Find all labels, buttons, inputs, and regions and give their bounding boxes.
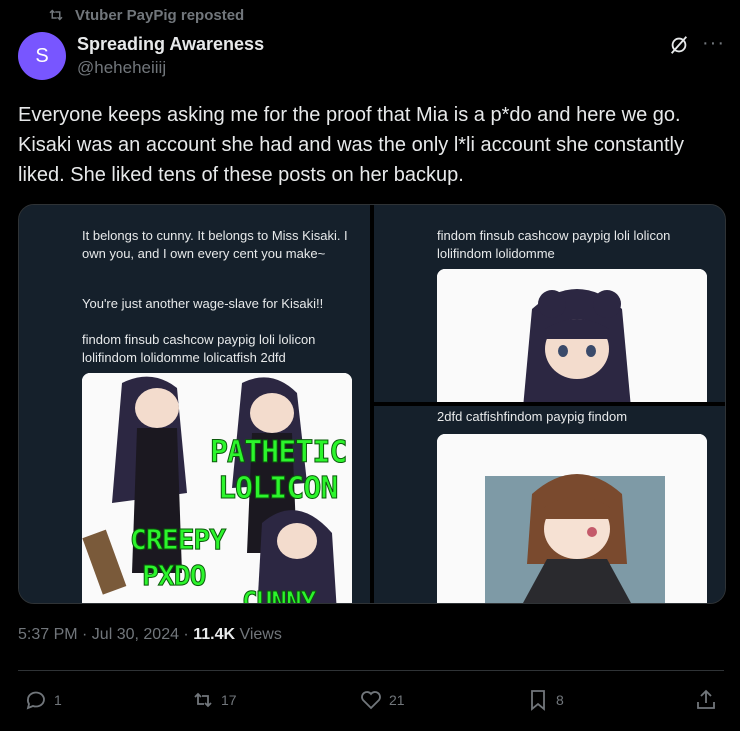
repost-header[interactable]: Vtuber PayPig reposted [47,6,244,24]
panel1-text2: You're just another wage-slave for Kisak… [82,296,324,311]
grok-icon[interactable] [668,34,690,56]
repost-icon [49,9,63,21]
share-button[interactable] [694,688,718,712]
meme-text-creepy: CREEPY [129,523,226,557]
tweet-text: Everyone keeps asking me for the proof t… [18,104,684,186]
like-count: 21 [389,692,405,708]
media-panel-3[interactable]: 2dfd catfishfindom paypig findom [374,406,725,603]
anime-girl-illustration [437,269,707,402]
repost-action-icon [194,692,212,708]
repost-button[interactable]: 17 [191,688,237,712]
repost-label: Vtuber PayPig reposted [75,6,245,24]
panel3-text: 2dfd catfishfindom paypig findom [437,409,628,424]
meme-text-pathetic: PATHETIC [210,435,348,471]
media-panel-2[interactable]: findom finsub cashcow paypig loli lolico… [374,205,725,402]
media-grid[interactable]: It belongs to cunny. It belongs to Miss … [18,204,726,604]
meme-text-cunny: CUNNY [241,587,316,604]
reply-count: 1 [54,692,62,708]
panel2-image [437,269,707,402]
meme-text-pxdo: PXDO [141,559,206,593]
views-count: 11.4K [193,626,236,643]
like-button[interactable]: 21 [359,688,405,712]
views-label: Views [235,626,282,643]
repost-count: 17 [221,692,237,708]
tweet-meta: 5:37 PM · Jul 30, 2024 · 11.4K Views [18,626,282,644]
more-icon[interactable]: ··· [702,32,725,55]
media-panel-1[interactable]: It belongs to cunny. It belongs to Miss … [19,205,370,603]
reply-button[interactable]: 1 [24,688,62,712]
bookmark-button[interactable]: 8 [526,688,564,712]
heart-icon [361,691,381,710]
bookmark-icon [531,690,545,711]
divider [18,670,724,671]
panel2-text: findom finsub cashcow paypig loli lolico… [437,228,671,261]
panel1-text1: It belongs to cunny. It belongs to Miss … [82,228,348,261]
panel3-image [437,434,707,603]
anime-girl-illustration-2 [437,434,707,603]
share-icon [697,689,715,709]
avatar[interactable]: S [18,32,66,80]
author-name[interactable]: Spreading Awareness [77,34,264,55]
meme-text-lolicon: LOLICON [217,471,338,507]
timestamp[interactable]: 5:37 PM · Jul 30, 2024 · [18,626,193,643]
panel1-text3: findom finsub cashcow paypig loli lolico… [82,332,316,365]
panel1-image: PATHETIC LOLICON CREEPY PXDO CUNNY [82,373,352,603]
bookmark-count: 8 [556,692,564,708]
reply-icon [26,691,45,710]
author-handle[interactable]: @heheheiiij [77,58,166,78]
avatar-letter: S [35,44,49,67]
